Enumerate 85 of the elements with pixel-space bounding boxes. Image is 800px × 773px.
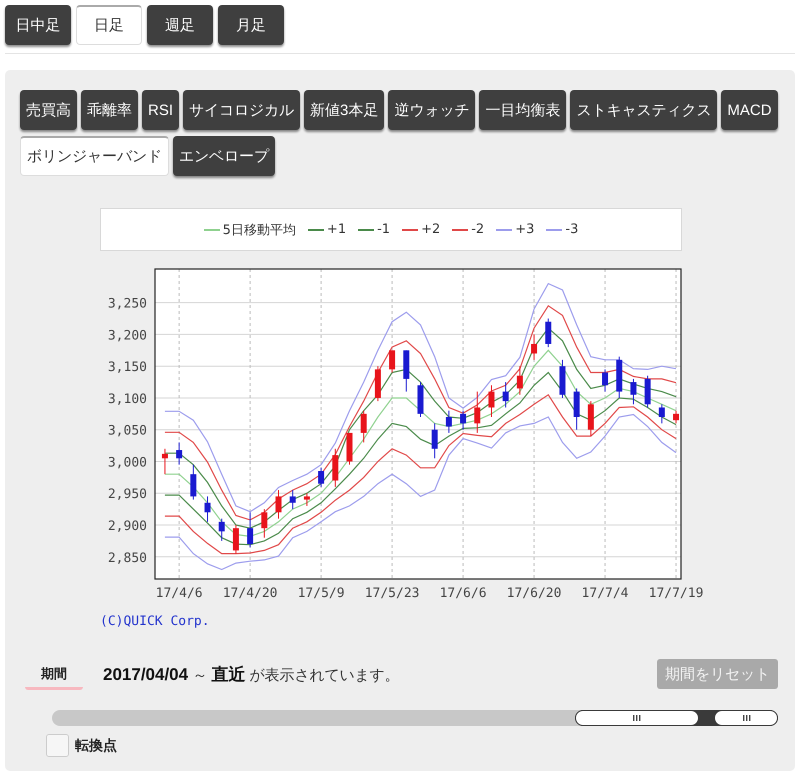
x-axis-label: 17/7/4 xyxy=(582,586,629,601)
y-axis-label: 3,100 xyxy=(108,392,147,407)
candlestick xyxy=(247,512,254,548)
indicator-tab[interactable]: 売買高 xyxy=(20,90,77,130)
candlestick xyxy=(616,356,622,398)
legend-label: +3 xyxy=(515,222,534,237)
timeframe-tab[interactable]: 日中足 xyxy=(5,5,71,45)
candlestick xyxy=(474,391,480,434)
checkbox[interactable] xyxy=(46,734,69,757)
y-axis-label: 3,150 xyxy=(108,360,147,376)
candlestick xyxy=(644,375,651,408)
candlestick xyxy=(602,368,608,392)
candlestick xyxy=(176,442,182,466)
candlestick xyxy=(588,400,594,437)
period-text: 2017/04/04 ～ 直近 が表示されています。 xyxy=(103,664,400,686)
indicator-tab[interactable]: MACD xyxy=(721,90,778,130)
candlestick xyxy=(218,518,225,542)
y-axis-label: 3,000 xyxy=(108,455,147,470)
candlestick xyxy=(346,432,352,466)
timeframe-tab[interactable]: 週足 xyxy=(147,5,213,45)
candlestick xyxy=(403,350,410,392)
indicator-tab[interactable]: サイコロジカル xyxy=(183,90,300,130)
x-axis-label: 17/6/6 xyxy=(440,586,487,601)
y-axis-label: 3,200 xyxy=(108,328,147,344)
x-axis-label: 17/5/23 xyxy=(364,586,420,601)
candlestick xyxy=(545,318,552,348)
legend-label: +2 xyxy=(421,222,440,237)
candlestick xyxy=(574,388,580,430)
candlestick xyxy=(276,490,282,520)
indicator-tab[interactable]: 逆ウォッチ xyxy=(388,90,476,130)
timeframe-tab[interactable]: 月足 xyxy=(218,5,284,45)
candlestick xyxy=(432,422,438,459)
indicator-tab[interactable]: エンベロープ xyxy=(173,136,275,176)
candlestick xyxy=(374,366,381,402)
legend-label: -3 xyxy=(565,222,578,237)
legend-label: 5日移動平均 xyxy=(222,222,296,238)
period-slider[interactable] xyxy=(52,710,778,726)
indicator-tab[interactable]: 一目均衡表 xyxy=(479,90,566,130)
x-axis-label: 17/5/9 xyxy=(298,586,345,601)
slider-handle[interactable] xyxy=(714,710,778,726)
y-axis-label: 3,050 xyxy=(108,424,147,439)
indicator-tab[interactable]: 新値3本足 xyxy=(304,90,384,130)
candlestick xyxy=(290,490,296,510)
candlestick xyxy=(232,524,239,554)
candlestick xyxy=(516,366,523,396)
candlestick xyxy=(460,410,466,430)
legend-label: -1 xyxy=(377,222,390,237)
candlestick xyxy=(318,467,324,488)
y-axis-label: 2,850 xyxy=(108,550,147,566)
x-axis-label: 17/4/6 xyxy=(156,586,203,601)
candlestick xyxy=(502,382,509,408)
grip-icon xyxy=(632,715,642,721)
y-axis-label: 3,250 xyxy=(108,296,147,312)
period-label: 期間 xyxy=(25,664,83,690)
legend-label: +1 xyxy=(326,222,346,237)
candlestick xyxy=(304,492,310,506)
candlestick xyxy=(261,508,268,538)
grip-icon xyxy=(742,715,750,721)
x-axis-label: 17/4/20 xyxy=(222,586,278,601)
candlestick xyxy=(559,359,566,398)
candlestick xyxy=(658,404,665,424)
timeframe-tab[interactable]: 日足 xyxy=(76,5,142,45)
candlestick xyxy=(162,448,168,475)
candlestick xyxy=(332,448,338,488)
candlestick xyxy=(630,378,636,405)
indicator-tab[interactable]: 乖離率 xyxy=(81,90,138,130)
candlestick xyxy=(488,384,494,418)
candlestick xyxy=(531,334,538,360)
candlestick xyxy=(389,350,396,374)
candlestick xyxy=(190,464,196,500)
slider-handle[interactable] xyxy=(574,710,699,726)
x-axis-label: 17/6/20 xyxy=(506,586,562,601)
candlestick xyxy=(673,410,680,424)
candlestick xyxy=(446,410,452,434)
indicator-tab[interactable]: RSI xyxy=(142,90,180,130)
indicator-tab[interactable]: ストキャスティクス xyxy=(570,90,718,130)
y-axis-label: 2,900 xyxy=(108,519,147,534)
legend-label: -2 xyxy=(471,222,484,237)
checkbox-label: 転換点 xyxy=(75,736,117,754)
copyright-text: (C)QUICK Corp. xyxy=(100,614,210,629)
candlestick xyxy=(204,496,211,522)
x-axis-label: 17/7/19 xyxy=(648,586,704,601)
indicator-tab[interactable]: ボリンジャーバンド xyxy=(20,136,169,176)
y-axis-label: 2,950 xyxy=(108,487,147,502)
candlestick xyxy=(360,410,367,443)
